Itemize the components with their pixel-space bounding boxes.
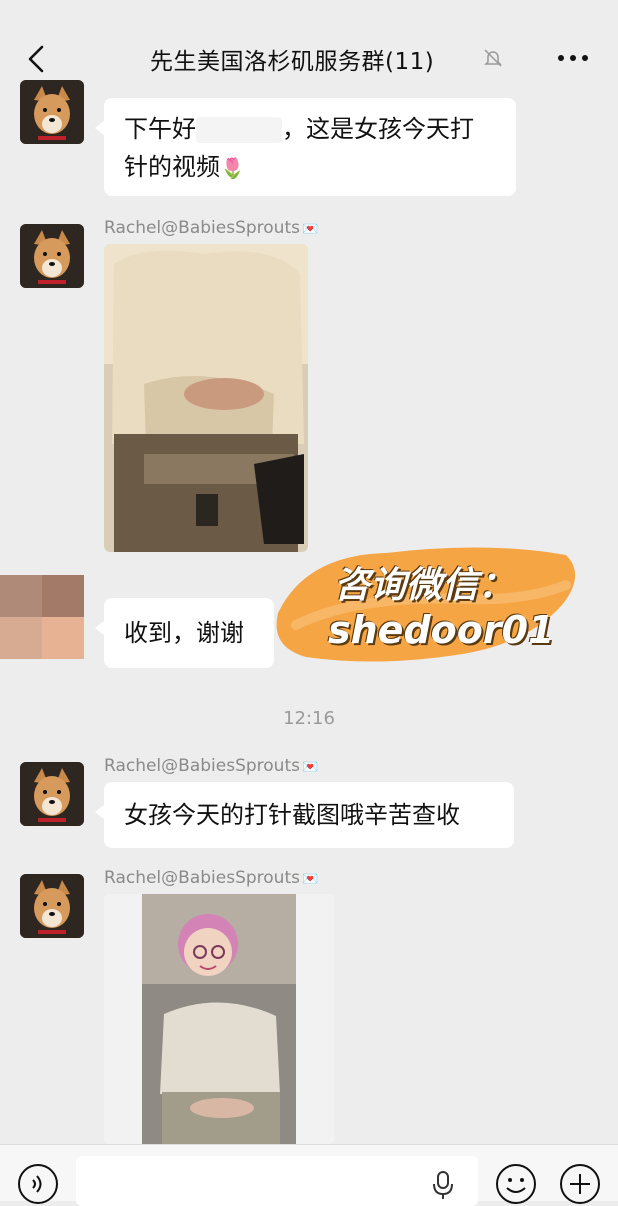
- avatar[interactable]: [20, 224, 84, 288]
- message-bubble[interactable]: 女孩今天的打针截图哦辛苦查收: [95, 782, 514, 848]
- message-text: 收到，谢谢: [124, 619, 244, 647]
- message-bubble[interactable]: 下午好 ，这是女孩今天打针的视频🌷: [95, 98, 516, 196]
- tulip-emoji: 🌷: [220, 156, 245, 180]
- chat-title[interactable]: 先生美国洛杉矶服务群(11): [150, 42, 510, 76]
- sender-name: Rachel@BabiesSprouts 💌: [104, 218, 318, 238]
- shiba-dog-icon: [20, 874, 84, 938]
- video-thumbnail: [104, 244, 308, 552]
- ellipsis-icon[interactable]: [556, 48, 590, 68]
- timestamp: 12:16: [283, 708, 335, 729]
- sender-name-text: Rachel@BabiesSprouts: [104, 868, 300, 888]
- shiba-dog-icon: [20, 224, 84, 288]
- smile-icon[interactable]: [494, 1162, 538, 1206]
- avatar[interactable]: [20, 762, 84, 826]
- sender-name-text: Rachel@BabiesSprouts: [104, 756, 300, 776]
- shiba-dog-icon: [20, 762, 84, 826]
- microphone-icon[interactable]: [430, 1170, 456, 1200]
- heart-envelope-icon: 💌: [301, 872, 319, 887]
- heart-envelope-icon: 💌: [301, 222, 319, 237]
- voice-wave-icon[interactable]: [16, 1162, 60, 1206]
- sender-name-text: Rachel@BabiesSprouts: [104, 218, 300, 238]
- message-text: 女孩今天的打针截图哦辛苦查收: [124, 801, 460, 829]
- message-bubble[interactable]: 收到，谢谢: [95, 598, 274, 668]
- sender-name: Rachel@BabiesSprouts 💌: [104, 868, 318, 888]
- heart-envelope-icon: 💌: [301, 760, 319, 775]
- sender-name: Rachel@BabiesSprouts 💌: [104, 756, 318, 776]
- watermark-line-1: 咨询微信：: [334, 565, 515, 606]
- redacted-region: [196, 117, 282, 143]
- video-message[interactable]: [104, 244, 308, 552]
- blurred-avatar[interactable]: [0, 575, 84, 659]
- photo-thumbnail: [104, 894, 334, 1144]
- bell-slash-icon: [484, 49, 502, 67]
- avatar[interactable]: [20, 874, 84, 938]
- image-message[interactable]: [104, 894, 334, 1144]
- avatar[interactable]: [20, 80, 84, 144]
- shiba-dog-icon: [20, 80, 84, 144]
- message-input[interactable]: [76, 1156, 478, 1206]
- chevron-left-icon[interactable]: [22, 44, 50, 74]
- watermark-line-2: shedoor01: [328, 608, 555, 652]
- message-text: 下午好: [124, 115, 196, 143]
- plus-icon[interactable]: [558, 1162, 602, 1206]
